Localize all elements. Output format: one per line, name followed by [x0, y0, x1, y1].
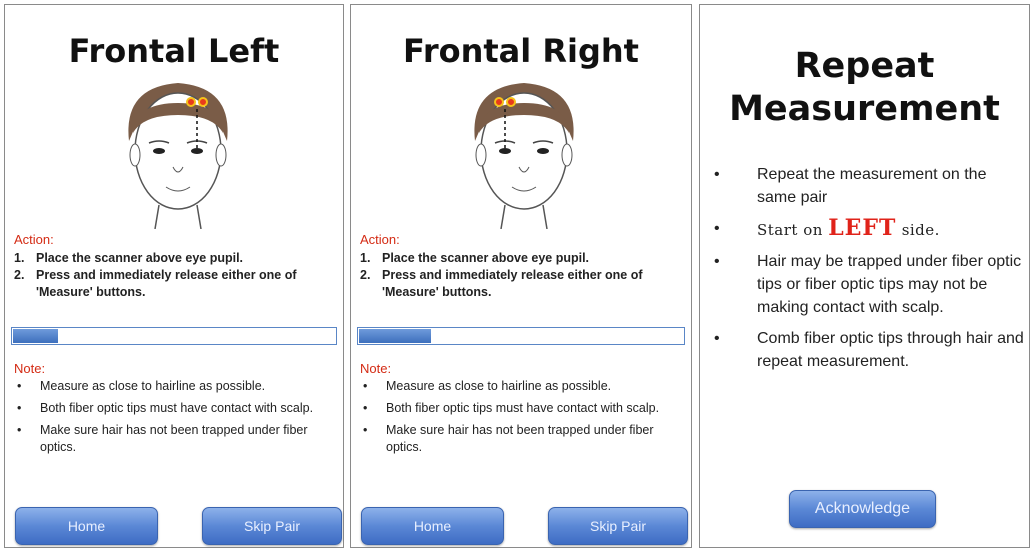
- list-item: Measure as close to hairline as possible…: [14, 378, 337, 395]
- home-button[interactable]: Home: [361, 507, 504, 545]
- list-item: Both fiber optic tips must have contact …: [14, 400, 337, 417]
- progress-bar: [11, 327, 337, 345]
- list-item: Measure as close to hairline as possible…: [360, 378, 685, 395]
- repeat-measurement-panel: Repeat Measurement Repeat the measuremen…: [699, 4, 1030, 548]
- list-item: Repeat the measurement on the same pair: [712, 163, 1025, 209]
- note-label: Note:: [360, 361, 392, 376]
- page-title: Frontal Left: [68, 32, 280, 70]
- skip-pair-button[interactable]: Skip Pair: [202, 507, 342, 545]
- progress-fill: [13, 329, 59, 343]
- list-item: Make sure hair has not been trapped unde…: [14, 422, 337, 456]
- notes-list: Measure as close to hairline as possible…: [14, 378, 337, 461]
- face-diagram: [128, 83, 228, 229]
- action-steps: 1. Place the scanner above eye pupil. 2. P…: [14, 250, 337, 301]
- skip-pair-button[interactable]: Skip Pair: [548, 507, 688, 545]
- page-title: Repeat Measurement: [729, 46, 1000, 129]
- instructions-list: Repeat the measurement on the same pair …: [712, 163, 1025, 381]
- list-item: 1. Place the scanner above eye pupil.: [14, 251, 244, 265]
- page-title: Frontal Right: [403, 32, 639, 70]
- action-label: Action:: [360, 232, 400, 247]
- list-item: Hair may be trapped under fiber optic ti…: [712, 250, 1025, 319]
- list-item: 1. Place the scanner above eye pupil.: [360, 251, 590, 265]
- progress-bar: [357, 327, 685, 345]
- list-item: 2. Press and immediately release either o…: [14, 268, 297, 299]
- frontal-left-panel: Frontal Left Action: 1. Place the scanner…: [4, 4, 344, 548]
- note-label: Note:: [14, 361, 46, 376]
- action-steps: 1. Place the scanner above eye pupil. 2. P…: [360, 250, 685, 301]
- face-diagram: [474, 83, 574, 229]
- list-item: Make sure hair has not been trapped unde…: [360, 422, 685, 456]
- sensor-dot-icon: [494, 97, 504, 107]
- list-item: Comb fiber optic tips through hair and r…: [712, 327, 1025, 373]
- action-label: Action:: [14, 232, 54, 247]
- acknowledge-button[interactable]: Acknowledge: [789, 490, 936, 528]
- progress-fill: [359, 329, 431, 343]
- frontal-right-panel: Frontal Right Action: 1. Place the scanne…: [350, 4, 692, 548]
- sensor-dot-icon: [186, 97, 196, 107]
- left-side-emphasis: LEFT: [828, 215, 897, 241]
- list-item: 2. Press and immediately release either o…: [360, 268, 643, 299]
- sensor-dot-icon: [198, 97, 208, 107]
- list-item: Both fiber optic tips must have contact …: [360, 400, 685, 417]
- list-item: Start on LEFT side.: [712, 217, 1025, 242]
- sensor-dot-icon: [506, 97, 516, 107]
- notes-list: Measure as close to hairline as possible…: [360, 378, 685, 461]
- home-button[interactable]: Home: [15, 507, 158, 545]
